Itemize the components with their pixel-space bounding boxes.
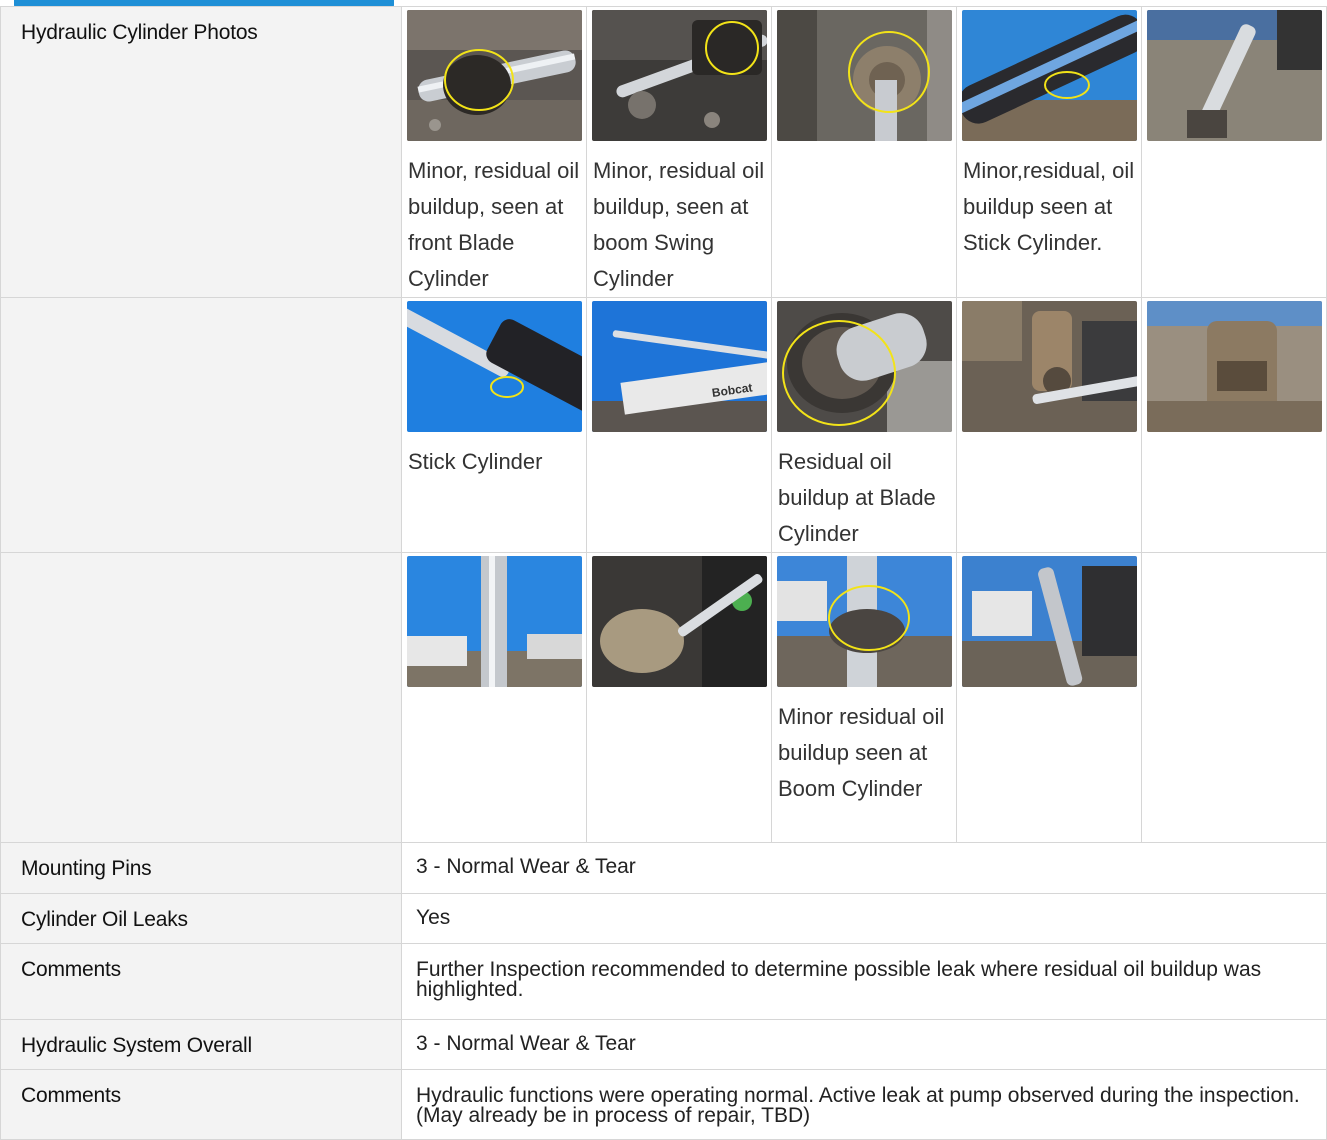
field-value-text: Hydraulic functions were operating norma… <box>416 1084 1300 1127</box>
photo-caption <box>402 687 586 699</box>
field-row: Comments Hydraulic functions were operat… <box>0 1069 1327 1140</box>
cylinder-photo-6-icon <box>407 301 582 432</box>
cylinder-photo-8-icon <box>777 301 952 432</box>
field-value: Yes <box>401 893 1327 944</box>
cylinder-photo-1-icon <box>407 10 582 141</box>
photo-caption: Minor residual oil buildup seen at Boom … <box>778 704 945 801</box>
photo-caption: Stick Cylinder <box>408 449 543 474</box>
cylinder-photo-7-icon: Bobcat <box>592 301 767 432</box>
photo-cell: Stick Cylinder <box>401 297 587 553</box>
field-value-text: 3 - Normal Wear & Tear <box>416 855 636 878</box>
photo-cell <box>586 552 772 843</box>
cylinder-photo-11-icon <box>407 556 582 687</box>
cylinder-photo-2-icon <box>592 10 767 141</box>
photo-caption <box>1142 141 1326 153</box>
photo-cell <box>956 552 1142 843</box>
field-row: Hydraulic System Overall 3 - Normal Wear… <box>0 1019 1327 1070</box>
field-value: Further Inspection recommended to determ… <box>401 943 1327 1020</box>
field-value: Hydraulic functions were operating norma… <box>401 1069 1327 1140</box>
photo-row: Minor residual oil buildup seen at Boom … <box>0 552 1327 843</box>
cylinder-photo-9-icon <box>962 301 1137 432</box>
cylinder-photo-10-icon <box>1147 301 1322 432</box>
photo-cell <box>401 552 587 843</box>
cylinder-photo-13-icon <box>777 556 952 687</box>
photo-caption <box>1142 432 1326 444</box>
photo-row: Hydraulic Cylinder Photos Minor, residua… <box>0 6 1327 298</box>
photo-caption <box>587 432 771 444</box>
field-label: Mounting Pins <box>0 842 402 894</box>
field-label: Cylinder Oil Leaks <box>0 893 402 944</box>
cylinder-photo[interactable] <box>1147 10 1322 141</box>
photo-cell: Minor, residual oil buildup, seen at boo… <box>586 6 772 298</box>
photo-cell: Minor, residual oil buildup, seen at fro… <box>401 6 587 298</box>
field-label: Comments <box>0 1069 402 1140</box>
cylinder-photo[interactable] <box>962 301 1137 432</box>
photo-cell-empty <box>1141 552 1327 843</box>
field-label: Hydraulic System Overall <box>0 1019 402 1070</box>
photo-caption: Minor,residual, oil buildup seen at Stic… <box>963 158 1135 255</box>
inspection-table: Hydraulic Cylinder Photos Minor, residua… <box>0 6 1327 1140</box>
field-value-text: Further Inspection recommended to determ… <box>416 958 1262 1001</box>
row-label: Hydraulic Cylinder Photos <box>0 6 402 298</box>
photo-caption <box>957 432 1141 444</box>
field-label: Comments <box>0 943 402 1020</box>
photo-cell: Residual oil buildup at Blade Cylinder <box>771 297 957 553</box>
photo-cell: Bobcat <box>586 297 772 553</box>
cylinder-photo[interactable]: Bobcat <box>592 301 767 432</box>
photo-cell <box>1141 297 1327 553</box>
cylinder-photo[interactable] <box>777 10 952 141</box>
photo-caption: Residual oil buildup at Blade Cylinder <box>778 449 936 546</box>
photo-caption <box>772 141 956 153</box>
cylinder-photo[interactable] <box>962 10 1137 141</box>
field-label-text: Cylinder Oil Leaks <box>21 908 188 931</box>
row-label <box>0 297 402 553</box>
field-label-text: Comments <box>21 1084 121 1107</box>
photo-caption: Minor, residual oil buildup, seen at fro… <box>408 158 580 291</box>
field-row: Mounting Pins 3 - Normal Wear & Tear <box>0 842 1327 894</box>
photo-row: Stick Cylinder Bobcat Residual oil build… <box>0 297 1327 553</box>
cylinder-photo-14-icon <box>962 556 1137 687</box>
photo-caption <box>587 687 771 699</box>
cylinder-photo[interactable] <box>407 301 582 432</box>
row-label-text: Hydraulic Cylinder Photos <box>21 21 258 44</box>
field-label-text: Hydraulic System Overall <box>21 1034 252 1057</box>
field-value: 3 - Normal Wear & Tear <box>401 842 1327 894</box>
photo-caption <box>957 687 1141 699</box>
cylinder-photo[interactable] <box>962 556 1137 687</box>
field-value: 3 - Normal Wear & Tear <box>401 1019 1327 1070</box>
cylinder-photo-12-icon <box>592 556 767 687</box>
cylinder-photo[interactable] <box>592 10 767 141</box>
photo-cell <box>1141 6 1327 298</box>
field-label-text: Comments <box>21 958 121 981</box>
field-value-text: Yes <box>416 906 451 929</box>
cylinder-photo[interactable] <box>1147 301 1322 432</box>
cylinder-photo-3-icon <box>777 10 952 141</box>
field-row: Cylinder Oil Leaks Yes <box>0 893 1327 944</box>
photo-cell <box>771 6 957 298</box>
cylinder-photo[interactable] <box>407 556 582 687</box>
cylinder-photo[interactable] <box>407 10 582 141</box>
cylinder-photo[interactable] <box>777 556 952 687</box>
photo-cell: Minor,residual, oil buildup seen at Stic… <box>956 6 1142 298</box>
cylinder-photo-4-icon <box>962 10 1137 141</box>
row-label <box>0 552 402 843</box>
field-row: Comments Further Inspection recommended … <box>0 943 1327 1020</box>
photo-caption: Minor, residual oil buildup, seen at boo… <box>593 158 765 291</box>
field-label-text: Mounting Pins <box>21 857 152 880</box>
cylinder-photo[interactable] <box>777 301 952 432</box>
photo-cell <box>956 297 1142 553</box>
field-value-text: 3 - Normal Wear & Tear <box>416 1032 636 1055</box>
cylinder-photo-5-icon <box>1147 10 1322 141</box>
cylinder-photo[interactable] <box>592 556 767 687</box>
photo-cell: Minor residual oil buildup seen at Boom … <box>771 552 957 843</box>
